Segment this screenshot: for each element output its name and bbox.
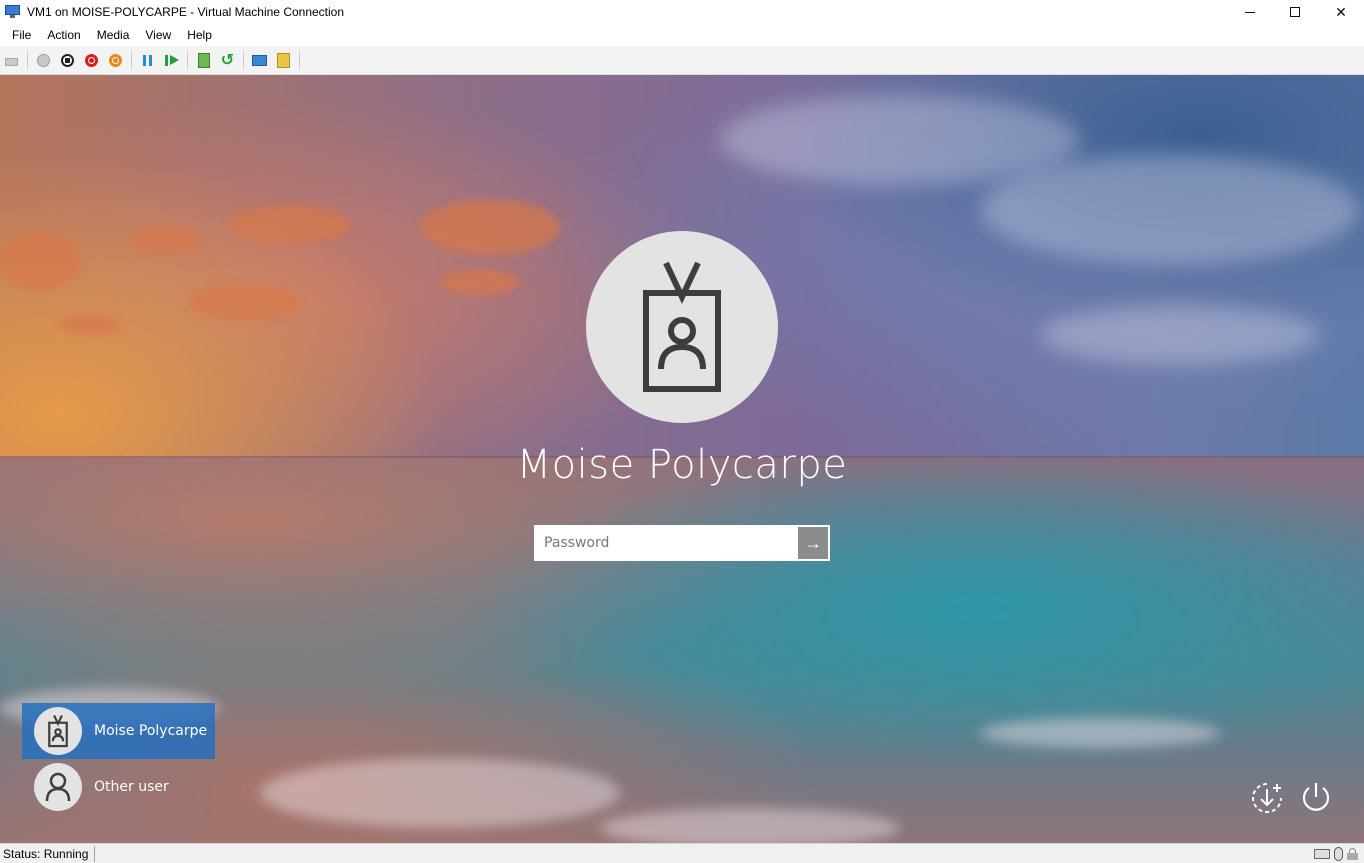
checkpoint-icon: [197, 52, 210, 68]
login-user-name: Moise Polycarpe: [516, 442, 848, 488]
pause-icon: [143, 54, 146, 66]
monitor-icon: [252, 54, 267, 66]
turn-off-icon: [61, 53, 74, 67]
share-button[interactable]: [275, 52, 292, 69]
window-title: VM1 on MOISE-POLYCARPE - Virtual Machine…: [27, 5, 345, 19]
menu-bar: File Action Media View Help: [0, 24, 1364, 46]
power-icon: [1302, 783, 1330, 811]
accessibility-button[interactable]: [1250, 781, 1284, 815]
checkpoint-button[interactable]: [195, 52, 212, 69]
share-icon: [277, 52, 290, 68]
close-icon: ✕: [1335, 3, 1347, 20]
toolbar-separator: [299, 51, 300, 69]
user-tile-moise-polycarpe[interactable]: Moise Polycarpe: [22, 703, 215, 759]
start-button[interactable]: [35, 52, 52, 69]
lock-icon: [1347, 848, 1358, 860]
badge-user-icon: [643, 261, 721, 392]
menu-view[interactable]: View: [137, 25, 179, 45]
close-button[interactable]: ✕: [1318, 0, 1364, 24]
turn-off-button[interactable]: [59, 52, 76, 69]
minimize-button[interactable]: [1227, 0, 1273, 24]
badge-user-icon: [48, 714, 68, 748]
pause-button[interactable]: [139, 52, 156, 69]
status-text: Status: Running: [0, 845, 96, 862]
menu-action[interactable]: Action: [39, 25, 88, 45]
enhanced-session-button[interactable]: [251, 52, 268, 69]
menu-media[interactable]: Media: [89, 25, 138, 45]
user-avatar-small: [34, 707, 82, 755]
status-bar: Status: Running: [0, 843, 1364, 863]
reset-icon: [165, 54, 168, 66]
user-tile-label: Moise Polycarpe: [94, 723, 208, 739]
accessibility-icon: [1252, 783, 1282, 813]
keyboard-icon: [1314, 849, 1330, 859]
person-icon: [45, 772, 71, 802]
user-switcher: Moise Polycarpe Other user: [22, 703, 215, 815]
toolbar-separator: [131, 51, 132, 69]
toolbar-separator: [243, 51, 244, 69]
status-icons: [1310, 847, 1358, 861]
vm-display[interactable]: Moise Polycarpe → Moise Polycarpe Other …: [0, 75, 1364, 843]
save-button[interactable]: [107, 52, 124, 69]
menu-help[interactable]: Help: [179, 25, 220, 45]
minimize-icon: [1245, 11, 1255, 13]
power-button[interactable]: [1299, 781, 1333, 815]
arrow-right-icon: →: [804, 532, 822, 553]
revert-button[interactable]: ↺: [219, 52, 236, 69]
menu-file[interactable]: File: [4, 25, 39, 45]
user-tile-other-user[interactable]: Other user: [22, 759, 215, 815]
user-avatar-small: [34, 763, 82, 811]
toolbar-separator: [187, 51, 188, 69]
shut-down-button[interactable]: [83, 52, 100, 69]
submit-button[interactable]: →: [798, 527, 828, 559]
revert-icon: ↺: [220, 52, 235, 69]
vm-connection-icon: [5, 5, 21, 19]
shut-down-icon: [85, 53, 98, 67]
user-tile-label: Other user: [94, 779, 169, 795]
user-avatar: [586, 231, 778, 423]
password-box: →: [534, 525, 830, 561]
keyboard-icon: [5, 58, 18, 66]
start-icon: [37, 53, 50, 67]
password-input[interactable]: [536, 527, 798, 559]
save-icon: [109, 53, 122, 67]
toolbar-separator: [27, 51, 28, 69]
maximize-icon: [1290, 7, 1300, 17]
reset-button[interactable]: [163, 52, 180, 69]
title-bar: VM1 on MOISE-POLYCARPE - Virtual Machine…: [0, 0, 1364, 24]
mouse-icon: [1334, 847, 1343, 861]
toolbar: ↺: [0, 46, 1364, 75]
ctrl-alt-del-button[interactable]: [3, 52, 20, 69]
maximize-button[interactable]: [1272, 0, 1318, 24]
